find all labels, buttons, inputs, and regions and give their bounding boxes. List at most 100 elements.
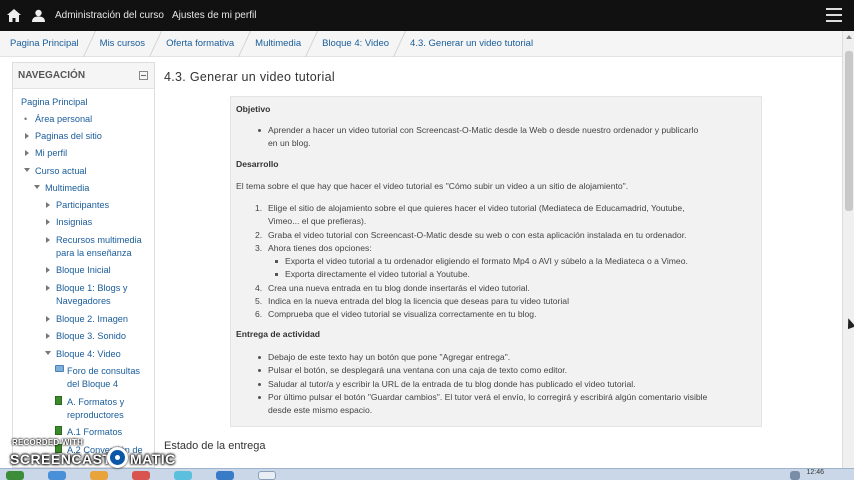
folder-icon[interactable] [90,471,108,480]
expand-arrow-icon[interactable] [46,316,50,322]
breadcrumb-home[interactable]: Pagina Principal [10,38,79,49]
sidebar-item-bloque-2[interactable]: Bloque 2. Imagen [56,313,128,325]
watermark-left-text: SCREENCAST [10,451,112,467]
scroll-up-icon[interactable] [846,35,852,39]
step-option-text: Exporta directamente el video tutorial a… [285,269,470,279]
breadcrumb-separator [392,30,407,57]
collapse-arrow-icon[interactable] [24,168,30,172]
bullet-icon [258,369,261,372]
objetivo-text: Aprender a hacer un video tutorial con S… [268,125,699,135]
expand-arrow-icon[interactable] [46,237,50,243]
expand-arrow-icon[interactable] [25,150,29,156]
app-icon[interactable] [174,471,192,480]
scrollbar-thumb[interactable] [845,51,853,211]
browser-icon[interactable] [216,471,234,480]
sidebar-item-bloque-1-cont[interactable]: Navegadores [56,295,111,307]
sidebar-item-badges[interactable]: Insignias [56,216,92,228]
sidebar-item-participants[interactable]: Participantes [56,199,109,211]
sidebar-item-bloque-inicial[interactable]: Bloque Inicial [56,264,111,276]
step-text-cont: Vimeo... el que prefieras). [268,216,367,226]
sidebar-item-resources-cont[interactable]: para la enseñanza [56,247,132,259]
entrega-text: Saludar al tutor/a y escribir la URL de … [268,379,636,389]
bullet-icon [275,273,278,276]
objetivo-heading: Objetivo [236,104,271,114]
sidebar-item-bloque-4[interactable]: Bloque 4: Video [56,348,121,360]
sidebar-item-bloque-1[interactable]: Bloque 1: Blogs y [56,282,128,294]
step-number: 2. [255,230,263,240]
sidebar-item-forum[interactable]: Foro de consultas [67,365,140,377]
page-scrollbar[interactable] [842,31,854,468]
sidebar-item-site-pages[interactable]: Paginas del sitio [35,130,102,142]
top-navbar: Administración del curso Ajustes de mi p… [0,0,854,31]
page-icon [55,426,62,435]
entrega-text: Pulsar el botón, se desplegará una venta… [268,365,568,375]
bullet-icon [258,129,261,132]
breadcrumb-current[interactable]: 4.3. Generar un video tutorial [410,38,533,49]
breadcrumb: Pagina Principal Mis cursos Oferta forma… [0,30,842,57]
nav-course-admin[interactable]: Administración del curso [55,10,164,21]
nav-profile-settings[interactable]: Ajustes de mi perfil [172,10,256,21]
step-number: 1. [255,203,263,213]
breadcrumb-block4[interactable]: Bloque 4: Video [322,38,389,49]
sidebar-item-forum-cont[interactable]: del Bloque 4 [67,378,118,390]
navigation-block-title: NAVEGACIÓN [18,70,86,81]
watermark-small-text: RECORDED WITH [12,438,84,447]
breadcrumb-separator [305,30,319,57]
step-text: Comprueba que el video tutorial se visua… [268,309,537,319]
breadcrumb-multimedia[interactable]: Multimedia [255,38,301,49]
collapse-arrow-icon[interactable] [34,185,40,189]
assignment-description: Objetivo Aprender a hacer un video tutor… [230,96,762,427]
sidebar-item-formatos-cont[interactable]: reproductores [67,409,124,421]
sidebar-item-bloque-3[interactable]: Bloque 3. Sonido [56,330,126,342]
page-title: 4.3. Generar un video tutorial [164,70,335,84]
sidebar-item-formatos[interactable]: A. Formatos y [67,396,124,408]
app-icon[interactable] [48,471,66,480]
objetivo-text-cont: en un blog. [268,138,311,148]
step-option-text: Exporta el video tutorial a tu ordenador… [285,256,688,266]
app-icon[interactable] [258,471,276,480]
breadcrumb-my-courses[interactable]: Mis cursos [100,38,145,49]
entrega-text-cont: desde este mismo espacio. [268,405,373,415]
bullet-icon [258,356,261,359]
step-text: Graba el video tutorial con Screencast-O… [268,230,687,240]
sidebar-item-a1-formatos[interactable]: A.1 Formatos [67,426,122,438]
bullet-icon [258,396,261,399]
collapse-icon[interactable] [139,71,148,80]
step-number: 6. [255,309,263,319]
sidebar-item-current-course[interactable]: Curso actual [35,165,87,177]
collapse-arrow-icon[interactable] [45,351,51,355]
entrega-text: Debajo de este texto hay un botón que po… [268,352,511,362]
sidebar-item-home[interactable]: Pagina Principal [21,96,87,108]
user-icon[interactable] [27,0,49,31]
step-number: 4. [255,283,263,293]
bullet-icon: • [24,114,28,124]
screencast-logo-icon [107,447,128,468]
desarrollo-intro: El tema sobre el que hay que hacer el vi… [236,181,629,191]
expand-arrow-icon[interactable] [46,219,50,225]
expand-arrow-icon[interactable] [46,285,50,291]
start-icon[interactable] [6,471,24,480]
sidebar-item-dashboard[interactable]: Área personal [35,113,92,125]
expand-arrow-icon[interactable] [46,202,50,208]
breadcrumb-separator [82,30,96,57]
tray-icon[interactable] [790,471,800,480]
step-text: Crea una nueva entrada en tu blog donde … [268,283,530,293]
app-icon[interactable] [132,471,150,480]
breadcrumb-offer[interactable]: Oferta formativa [166,38,234,49]
expand-arrow-icon[interactable] [46,333,50,339]
home-icon[interactable] [3,0,25,31]
bullet-icon [258,383,261,386]
clock: 12:46 [806,469,824,476]
sidebar-item-my-profile[interactable]: Mi perfil [35,147,67,159]
navigation-block-header: NAVEGACIÓN [13,63,154,89]
step-text: Ahora tienes dos opciones: [268,243,372,253]
sidebar-item-resources[interactable]: Recursos multimedia [56,234,142,246]
watermark-right-text: MATIC [130,451,176,467]
entrega-heading: Entrega de actividad [236,329,321,339]
navigation-block: NAVEGACIÓN Pagina Principal • Área perso… [12,62,155,468]
menu-icon[interactable] [826,8,842,22]
expand-arrow-icon[interactable] [46,267,50,273]
expand-arrow-icon[interactable] [25,133,29,139]
desarrollo-heading: Desarrollo [236,159,279,169]
sidebar-item-multimedia[interactable]: Multimedia [45,182,89,194]
